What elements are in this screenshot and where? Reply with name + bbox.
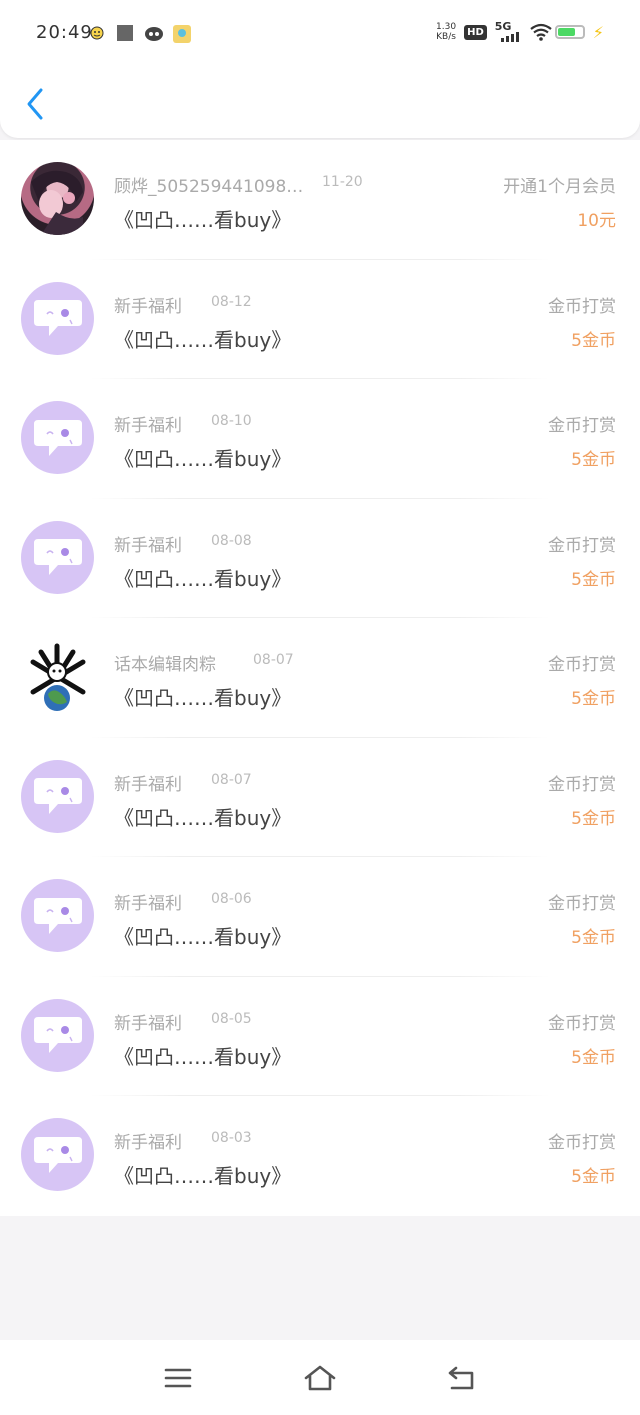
menu-button[interactable]	[158, 1360, 198, 1396]
battery-fill	[557, 28, 575, 36]
record-type: 开通1个月会员	[503, 177, 616, 197]
square-notification-icon	[116, 24, 134, 42]
menu-icon	[164, 1368, 192, 1388]
record-type: 金币打赏	[548, 1133, 616, 1153]
record-date: 11-20	[322, 174, 363, 190]
record-date: 08-12	[211, 293, 252, 310]
record-amount: 5金币	[571, 450, 616, 470]
cat-notification-icon	[144, 24, 163, 42]
status-left-icons	[88, 24, 191, 43]
sender-name: 顾烨_50525944109833178	[114, 177, 304, 197]
record-amount: 5金币	[571, 330, 616, 351]
chat-bubble-avatar	[21, 1118, 94, 1191]
list-item[interactable]: 新手福利 08-03 《凹凸……看buy》 金币打赏 5金币	[0, 1096, 640, 1216]
sender-name: 新手福利	[114, 535, 182, 556]
record-type: 金币打赏	[548, 1013, 616, 1034]
chat-bubble-avatar	[21, 520, 94, 594]
work-title: 《凹凸……看buy》	[114, 925, 292, 949]
signal-5g-icon: 5G	[495, 20, 521, 42]
record-type: 金币打赏	[548, 296, 616, 317]
battery-icon	[554, 25, 585, 39]
sender-name: 新手福利	[114, 296, 182, 317]
work-title: 《凹凸……看buy》	[114, 805, 292, 830]
system-back-button[interactable]	[442, 1360, 482, 1396]
sender-name: 新手福利	[114, 774, 182, 795]
sender-name: 新手福利	[114, 1013, 182, 1034]
record-date: 08-05	[211, 1010, 252, 1027]
status-right: 1.30 KB/s HD 5G ⚡	[436, 20, 604, 42]
list-item[interactable]: 新手福利 08-06 《凹凸……看buy》 金币打赏 5金币	[0, 857, 640, 977]
wifi-icon	[529, 23, 552, 41]
sender-name: 新手福利	[114, 416, 182, 436]
speed-value: 1.30	[436, 22, 457, 32]
record-amount: 5金币	[571, 569, 616, 590]
speed-unit: KB/s	[436, 32, 456, 42]
network-speed: 1.30 KB/s	[436, 22, 456, 42]
record-type: 金币打赏	[548, 416, 616, 436]
list-item[interactable]: 新手福利 08-07 《凹凸……看buy》 金币打赏 5金币	[0, 738, 640, 857]
record-amount: 5金币	[571, 928, 616, 948]
record-amount: 5金币	[571, 689, 616, 709]
chat-bubble-avatar	[21, 998, 94, 1072]
chat-bubble-avatar	[21, 401, 94, 474]
record-type: 金币打赏	[548, 535, 616, 556]
app-notification-icon	[172, 24, 191, 43]
record-date: 08-07	[253, 652, 294, 668]
work-title: 《凹凸……看buy》	[114, 327, 292, 352]
list-item[interactable]: 新手福利 08-08 《凹凸……看buy》 金币打赏 5金币	[0, 499, 640, 618]
header: 20:49 1.30 KB/s HD 5G ⚡	[0, 0, 640, 138]
chat-bubble-avatar	[21, 879, 94, 952]
globe-crossbones-avatar	[21, 640, 94, 713]
page: 20:49 1.30 KB/s HD 5G ⚡ 顾烨_5052594410983…	[0, 0, 640, 1415]
work-title: 《凹凸……看buy》	[114, 686, 292, 710]
record-list: 顾烨_50525944109833178 11-20 《凹凸……看buy》 开通…	[0, 140, 640, 1216]
record-type: 金币打赏	[548, 774, 616, 795]
chevron-left-icon	[27, 88, 43, 120]
chat-bubble-avatar	[21, 281, 94, 355]
work-title: 《凹凸……看buy》	[114, 566, 292, 591]
record-amount: 10元	[577, 211, 616, 231]
record-date: 08-07	[211, 771, 252, 788]
list-item[interactable]: 顾烨_50525944109833178 11-20 《凹凸……看buy》 开通…	[0, 140, 640, 260]
face-notification-icon	[88, 24, 106, 42]
system-nav-bar	[0, 1340, 640, 1415]
home-button[interactable]	[300, 1360, 340, 1396]
status-time: 20:49	[36, 22, 93, 43]
list-item[interactable]: 新手福利 08-12 《凹凸……看buy》 金币打赏 5金币	[0, 260, 640, 379]
chat-bubble-avatar	[21, 759, 94, 833]
work-title: 《凹凸……看buy》	[114, 1044, 292, 1069]
record-amount: 5金币	[571, 1047, 616, 1068]
sender-name: 话本编辑肉粽	[114, 655, 216, 675]
back-button[interactable]	[18, 84, 52, 124]
record-date: 08-03	[211, 1130, 252, 1146]
charging-bolt-icon: ⚡	[592, 22, 604, 42]
record-type: 金币打赏	[548, 655, 616, 675]
record-date: 08-10	[211, 413, 252, 429]
home-icon	[304, 1365, 336, 1391]
sender-name: 新手福利	[114, 894, 182, 914]
record-type: 金币打赏	[548, 894, 616, 914]
photo-avatar	[21, 162, 94, 235]
list-item[interactable]: 话本编辑肉粽 08-07 《凹凸……看buy》 金币打赏 5金币	[0, 618, 640, 738]
record-amount: 5金币	[571, 1167, 616, 1187]
record-amount: 5金币	[571, 808, 616, 829]
hd-badge: HD	[464, 24, 487, 40]
record-date: 08-06	[211, 891, 252, 907]
record-date: 08-08	[211, 532, 252, 549]
work-title: 《凹凸……看buy》	[114, 208, 292, 232]
back-icon	[448, 1366, 474, 1390]
list-item[interactable]: 新手福利 08-05 《凹凸……看buy》 金币打赏 5金币	[0, 977, 640, 1096]
sender-name: 新手福利	[114, 1133, 182, 1153]
list-item[interactable]: 新手福利 08-10 《凹凸……看buy》 金币打赏 5金币	[0, 379, 640, 499]
work-title: 《凹凸……看buy》	[114, 447, 292, 471]
work-title: 《凹凸……看buy》	[114, 1164, 292, 1188]
